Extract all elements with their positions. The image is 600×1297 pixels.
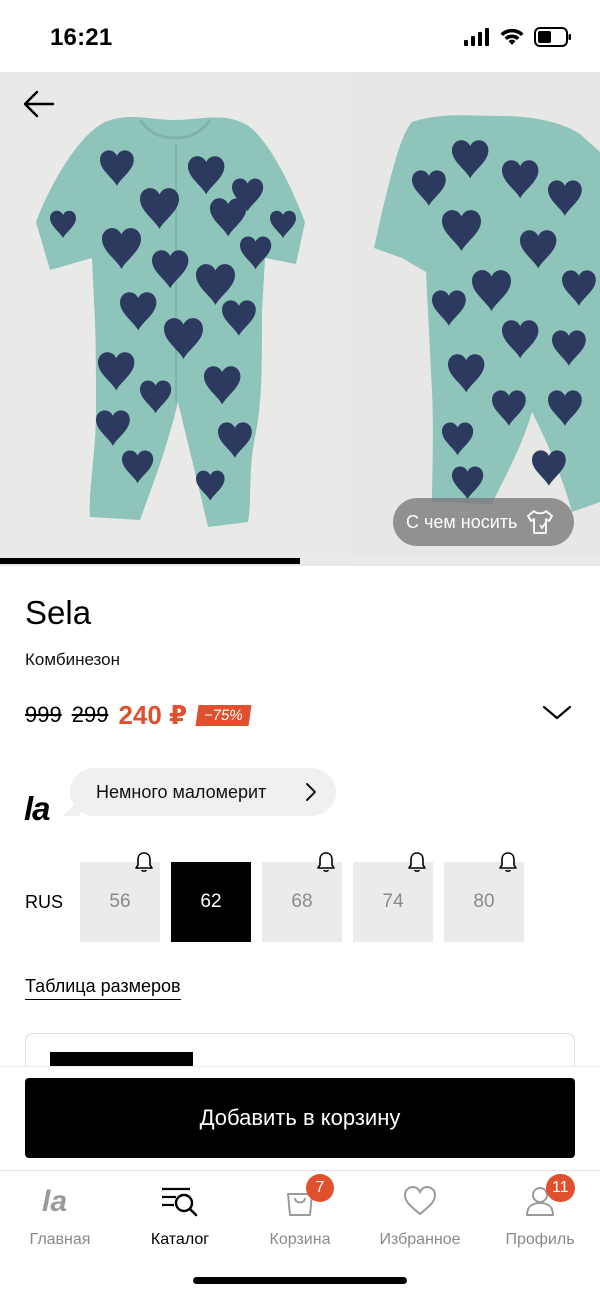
- catalog-search-icon: [162, 1187, 198, 1217]
- bell-icon: [135, 852, 153, 872]
- size-option-label: 74: [382, 891, 404, 912]
- size-option-label: 62: [200, 891, 222, 912]
- outfit-suggestions-label: С чем носить: [406, 511, 518, 532]
- tab-label: Корзина: [269, 1231, 331, 1248]
- tab-home[interactable]: la Главная: [0, 1179, 120, 1259]
- cart-count-badge: 7: [306, 1174, 334, 1202]
- bell-icon: [408, 852, 426, 872]
- la-logo-icon: la: [42, 1186, 67, 1216]
- tab-label: Каталог: [150, 1231, 210, 1248]
- size-option-56[interactable]: 56: [80, 852, 160, 942]
- size-option-label: 56: [109, 891, 131, 912]
- fit-advice-text: Немного маломерит: [96, 781, 267, 802]
- tab-profile[interactable]: 11 Профиль: [480, 1174, 600, 1259]
- size-option-62[interactable]: 62: [171, 862, 251, 942]
- size-option-80[interactable]: 80: [444, 852, 524, 942]
- size-system-label: RUS: [25, 892, 64, 912]
- add-to-cart-button[interactable]: Добавить в корзину: [25, 1078, 575, 1158]
- size-table-link[interactable]: Таблица размеров: [25, 976, 181, 1000]
- home-indicator: [193, 1277, 407, 1284]
- tab-label: Главная: [29, 1231, 91, 1248]
- size-option-label: 80: [473, 891, 495, 912]
- tab-label: Избранное: [379, 1231, 461, 1248]
- bell-icon: [317, 852, 335, 872]
- size-option-label: 68: [291, 891, 313, 912]
- price-details-toggle[interactable]: [542, 702, 572, 727]
- old-price-original: 999: [25, 702, 62, 727]
- status-bar: 16:21: [0, 0, 600, 72]
- wifi-icon: [500, 28, 524, 45]
- gallery-progress-fill: [0, 558, 300, 564]
- product-gallery[interactable]: [0, 72, 600, 566]
- back-button[interactable]: [18, 84, 58, 124]
- tab-catalog[interactable]: Каталог: [120, 1179, 240, 1259]
- product-photo-front[interactable]: [0, 72, 352, 566]
- outfit-suggestions-button[interactable]: С чем носить: [393, 498, 574, 546]
- size-option-68[interactable]: 68: [262, 852, 342, 942]
- price-row: 999 299 240 ₽ −75%: [25, 699, 252, 730]
- product-type: Комбинезон: [25, 650, 121, 669]
- product-brand[interactable]: Sela: [25, 594, 91, 632]
- tab-favorites[interactable]: Избранное: [360, 1179, 480, 1259]
- chevron-down-icon: [542, 705, 572, 720]
- discount-badge: −75%: [195, 704, 252, 726]
- product-photo-back[interactable]: [352, 72, 600, 566]
- svg-text:la: la: [42, 1186, 67, 1216]
- fit-advice-button[interactable]: Немного маломерит: [70, 768, 336, 816]
- profile-notifications-badge: 11: [546, 1174, 575, 1202]
- size-selector: 56 62 68 74 80: [80, 852, 524, 942]
- status-icons: [464, 27, 572, 47]
- clothes-icon: [527, 510, 554, 534]
- current-price: 240 ₽: [118, 699, 188, 730]
- tab-label: Профиль: [505, 1231, 575, 1248]
- old-price-previous: 299: [71, 702, 109, 727]
- size-option-74[interactable]: 74: [353, 852, 433, 942]
- heart-icon: [403, 1186, 437, 1216]
- la-logo: la: [24, 790, 51, 827]
- cellular-signal-icon: [464, 28, 489, 46]
- gallery-progress: [0, 558, 600, 564]
- arrow-left-icon: [23, 90, 55, 118]
- battery-icon: [534, 27, 571, 47]
- status-time: 16:21: [50, 24, 113, 51]
- chevron-right-icon: [306, 783, 316, 801]
- bell-icon: [499, 852, 517, 872]
- tab-cart[interactable]: 7 Корзина: [240, 1174, 360, 1259]
